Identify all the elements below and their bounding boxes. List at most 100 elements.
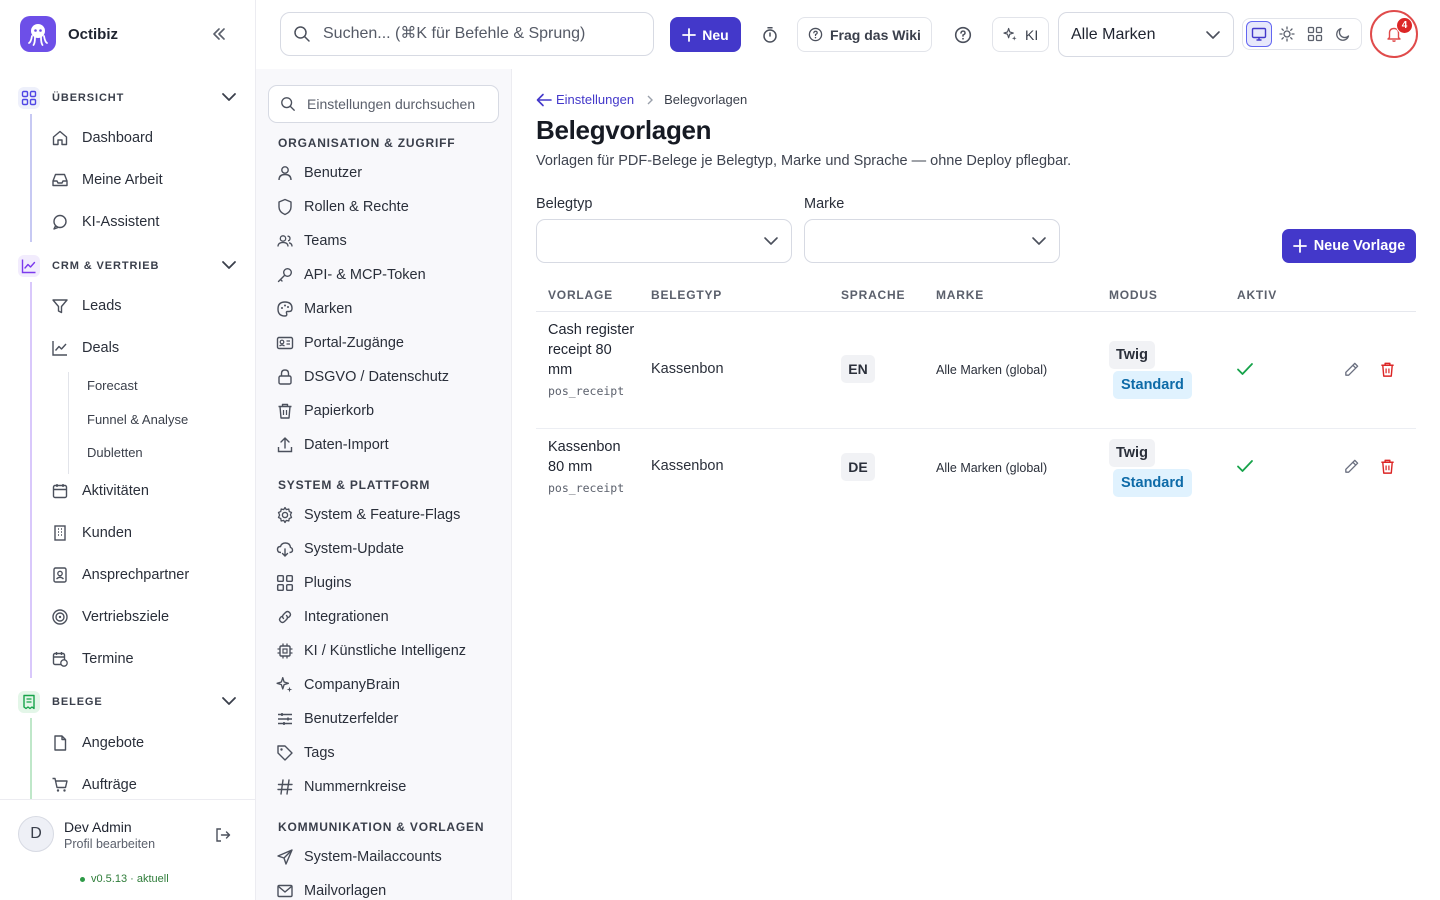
column-header-language[interactable]: SPRACHE	[841, 288, 905, 302]
settings-item-system-flags[interactable]: System & Feature-Flags	[276, 502, 496, 528]
nav-item-activities[interactable]: Aktivitäten	[50, 477, 240, 505]
settings-item-label: System & Feature-Flags	[304, 507, 461, 523]
layout-grid-icon	[1307, 26, 1323, 42]
column-header-brand[interactable]: MARKE	[936, 288, 984, 302]
main-content: Einstellungen Belegvorlagen Belegvorlage…	[512, 69, 1440, 900]
settings-item-number-ranges[interactable]: Nummernkreise	[276, 774, 496, 800]
settings-item-data-import[interactable]: Daten-Import	[276, 432, 496, 458]
shopping-cart-icon	[50, 775, 70, 795]
gear-icon	[276, 506, 294, 524]
nav-section-crm[interactable]: CRM & VERTRIEB	[18, 254, 240, 278]
doc-type-filter-select[interactable]	[536, 219, 792, 263]
settings-item-plugins[interactable]: Plugins	[276, 570, 496, 596]
settings-item-users[interactable]: Benutzer	[276, 160, 496, 186]
settings-item-label: System-Mailaccounts	[304, 849, 442, 865]
template-name[interactable]: Cash register receipt 80 mm	[548, 320, 638, 380]
brand[interactable]: Octibiz	[20, 16, 118, 52]
timer-button[interactable]	[758, 24, 782, 46]
collapse-sidebar-button[interactable]	[208, 25, 230, 43]
breadcrumb-back-label: Einstellungen	[556, 92, 635, 107]
nav-item-my-work[interactable]: Meine Arbeit	[50, 166, 240, 194]
table-row[interactable]: Kassenbon 80 mm pos_receipt Kassenbon DE…	[536, 429, 1416, 506]
settings-item-mail-accounts[interactable]: System-Mailaccounts	[276, 844, 496, 870]
settings-item-ai[interactable]: KI / Künstliche Intelligenz	[276, 638, 496, 664]
nav-item-customers[interactable]: Kunden	[50, 519, 240, 547]
user-icon	[276, 164, 294, 182]
calendar-icon	[50, 481, 70, 501]
nav-item-sales-goals[interactable]: Vertriebsziele	[50, 603, 240, 631]
nav-item-orders[interactable]: Aufträge	[50, 771, 240, 799]
nav-item-leads[interactable]: Leads	[50, 292, 240, 320]
layout-theme-button[interactable]	[1302, 21, 1328, 47]
table-row[interactable]: Cash register receipt 80 mm pos_receipt …	[536, 312, 1416, 429]
column-header-doc-type[interactable]: BELEGTYP	[651, 288, 722, 302]
breadcrumb-back-link[interactable]: Einstellungen	[536, 92, 634, 107]
breadcrumb-current: Belegvorlagen	[664, 92, 748, 107]
global-search[interactable]	[280, 12, 654, 56]
ask-wiki-button[interactable]: Frag das Wiki	[797, 17, 932, 52]
standard-badge: Standard	[1113, 469, 1192, 497]
light-theme-button[interactable]	[1274, 21, 1300, 47]
edit-profile-link[interactable]: Profil bearbeiten	[64, 837, 155, 851]
edit-button[interactable]	[1343, 361, 1360, 378]
nav-item-ai-assistant[interactable]: KI-Assistent	[50, 208, 240, 236]
nav-item-contacts[interactable]: Ansprechpartner	[50, 561, 240, 589]
notifications-button[interactable]: 4	[1370, 10, 1418, 58]
nav-section-documents[interactable]: BELEGE	[18, 690, 240, 714]
nav-subitem-forecast[interactable]: Forecast	[87, 378, 138, 393]
settings-item-custom-fields[interactable]: Benutzerfelder	[276, 706, 496, 732]
avatar[interactable]: D	[18, 816, 54, 852]
sub-nav-rail	[68, 372, 69, 474]
nav-item-label: Ansprechpartner	[82, 567, 190, 583]
brand-filter-dropdown[interactable]	[804, 219, 1060, 263]
settings-item-label: CompanyBrain	[304, 677, 400, 693]
settings-item-api-tokens[interactable]: API- & MCP-Token	[276, 262, 496, 288]
settings-item-integrations[interactable]: Integrationen	[276, 604, 496, 630]
settings-item-roles[interactable]: Rollen & Rechte	[276, 194, 496, 220]
nav-section-overview[interactable]: ÜBERSICHT	[18, 86, 240, 110]
question-icon	[954, 26, 972, 44]
nav-item-label: Aufträge	[82, 777, 137, 793]
delete-button[interactable]	[1379, 458, 1396, 475]
doc-type: Kassenbon	[651, 361, 724, 377]
global-search-input[interactable]	[323, 25, 643, 43]
help-button[interactable]	[951, 24, 975, 46]
nav-subitem-duplicates[interactable]: Dubletten	[87, 445, 143, 460]
settings-item-portal-access[interactable]: Portal-Zugänge	[276, 330, 496, 356]
settings-item-system-update[interactable]: System-Update	[276, 536, 496, 562]
edit-button[interactable]	[1343, 458, 1360, 475]
brand-filter-select[interactable]: Alle Marken	[1058, 12, 1234, 57]
nav-subitem-funnel[interactable]: Funnel & Analyse	[87, 412, 188, 427]
column-header-mode[interactable]: MODUS	[1109, 288, 1158, 302]
trend-icon	[50, 338, 70, 358]
dark-theme-button[interactable]	[1330, 21, 1356, 47]
trash-icon	[1381, 362, 1394, 377]
template-name-cell: Cash register receipt 80 mm pos_receipt	[548, 320, 638, 398]
nav-item-quotes[interactable]: Angebote	[50, 729, 240, 757]
ai-button[interactable]: KI	[992, 17, 1050, 52]
template-name[interactable]: Kassenbon 80 mm	[548, 437, 638, 477]
settings-item-teams[interactable]: Teams	[276, 228, 496, 254]
double-chevron-left-icon	[213, 28, 225, 40]
new-template-button[interactable]: Neue Vorlage	[1282, 229, 1416, 263]
logout-button[interactable]	[214, 826, 232, 844]
settings-item-companybrain[interactable]: CompanyBrain	[276, 672, 496, 698]
delete-button[interactable]	[1379, 361, 1396, 378]
nav-item-dashboard[interactable]: Dashboard	[50, 124, 240, 152]
settings-item-gdpr[interactable]: DSGVO / Datenschutz	[276, 364, 496, 390]
settings-item-mail-templates[interactable]: Mailvorlagen	[276, 878, 496, 900]
settings-item-tags[interactable]: Tags	[276, 740, 496, 766]
nav-item-deals[interactable]: Deals	[50, 334, 240, 362]
settings-search-input[interactable]	[307, 96, 497, 112]
theme-switch	[1242, 18, 1362, 50]
user-name[interactable]: Dev Admin	[64, 819, 132, 835]
settings-search[interactable]	[268, 85, 499, 123]
new-button[interactable]: Neu	[670, 17, 741, 52]
column-header-template[interactable]: VORLAGE	[548, 288, 613, 302]
monitor-theme-button[interactable]	[1246, 21, 1273, 47]
settings-item-trash[interactable]: Papierkorb	[276, 398, 496, 424]
ask-wiki-label: Frag das Wiki	[830, 26, 921, 43]
settings-item-brands[interactable]: Marken	[276, 296, 496, 322]
column-header-active[interactable]: AKTIV	[1237, 288, 1277, 302]
nav-item-appointments[interactable]: Termine	[50, 645, 240, 673]
